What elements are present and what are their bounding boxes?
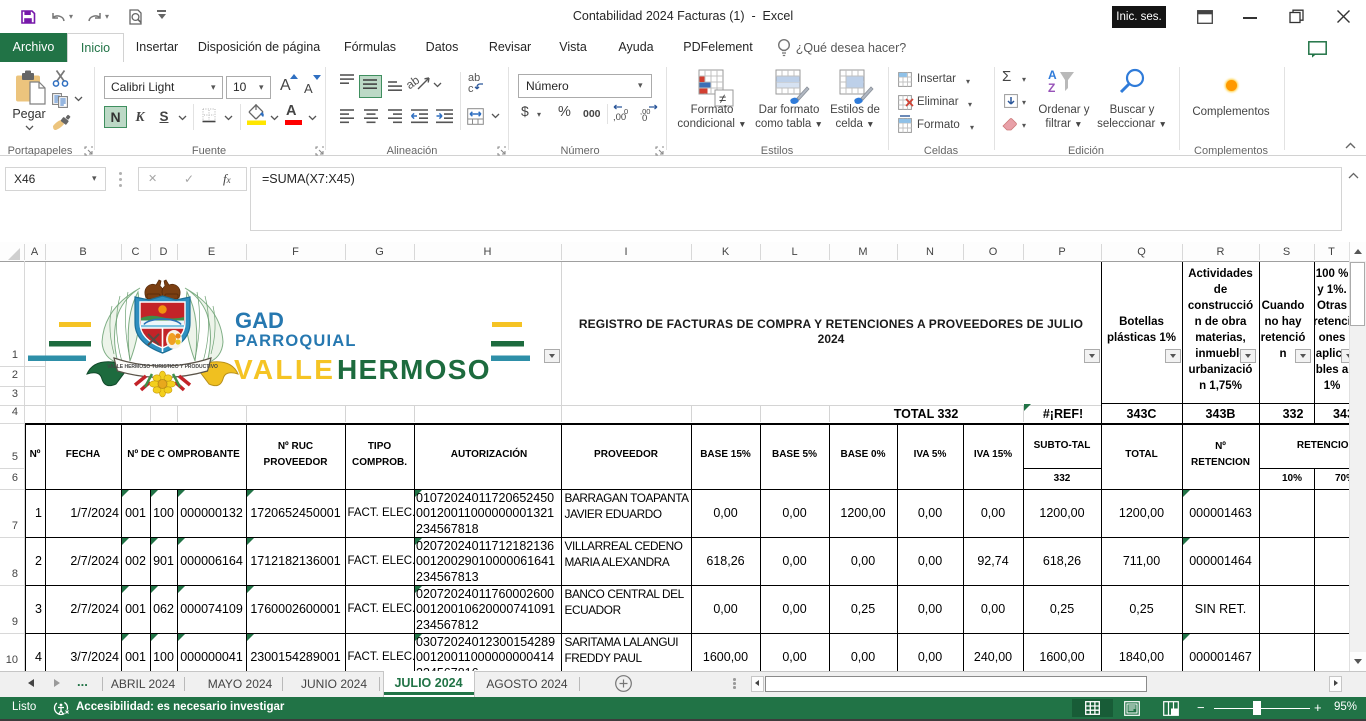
svg-text:HERMOSO: HERMOSO	[337, 354, 491, 385]
svg-text:c: c	[468, 83, 474, 95]
svg-text:A: A	[1048, 68, 1057, 82]
svg-text:Z: Z	[1048, 81, 1055, 95]
svg-text:VALLE HERMOSO TURISTICO Y PROD: VALLE HERMOSO TURISTICO Y PRODUCTIVO	[107, 364, 218, 370]
svg-text:GAD: GAD	[235, 308, 284, 333]
svg-text:VALLE: VALLE	[234, 354, 335, 385]
svg-text:PARROQUIAL: PARROQUIAL	[235, 332, 357, 350]
svg-text:0: 0	[624, 107, 628, 116]
svg-text:0: 0	[642, 113, 647, 124]
